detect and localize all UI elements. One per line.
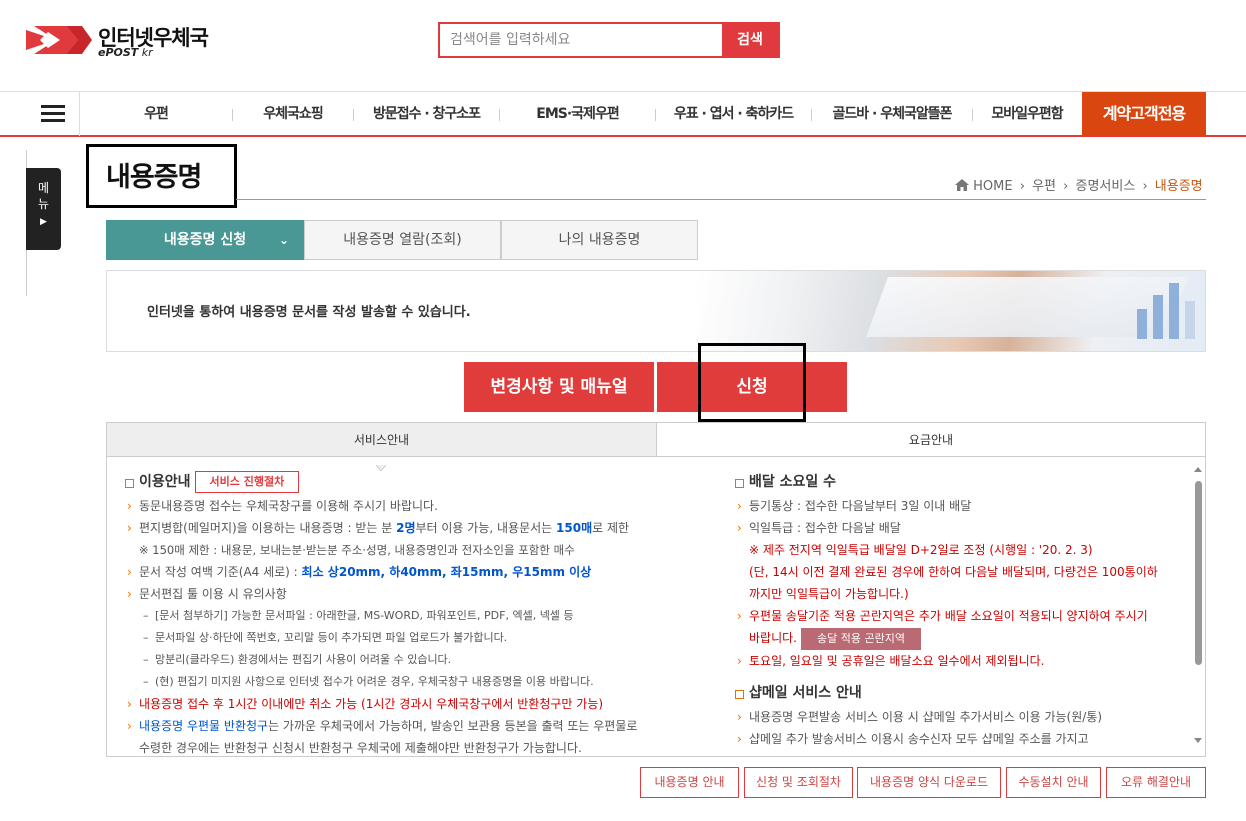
tab-pointer-icon bbox=[375, 456, 387, 472]
list-item: 내용증명 접수 후 1시간 이내에만 취소 가능 (1시간 경과시 우체국창구에… bbox=[125, 693, 665, 715]
search-input[interactable] bbox=[440, 24, 722, 56]
scroll-down-icon[interactable] bbox=[1194, 738, 1202, 743]
list-item: 등기통상 : 접수한 다음날부터 3일 이내 배달 bbox=[735, 495, 1185, 517]
note-text: ※ 150매 제한 : 내용문, 보내는분·받는분 주소·성명, 내용증명인과 … bbox=[139, 543, 575, 557]
gnb-item-ems[interactable]: EMS·국제우편 bbox=[500, 92, 655, 136]
sub-tabs: 내용증명 신청 ⌄ 내용증명 열람(조회) 나의 내용증명 bbox=[106, 220, 698, 260]
shopmail-heading: 샵메일 서비스 안내 bbox=[735, 680, 1185, 706]
return-request-link[interactable]: 내용증명 우편물 반환청구 bbox=[139, 719, 268, 733]
breadcrumb-separator-icon: › bbox=[1063, 179, 1069, 194]
breadcrumb-home[interactable]: HOME bbox=[973, 179, 1012, 194]
manual-button[interactable]: 변경사항 및 매뉴얼 bbox=[464, 362, 654, 412]
apply-highlight-box bbox=[698, 343, 806, 422]
search-bar: 검색 bbox=[438, 22, 780, 58]
note-text: 까지만 익일특급이 가능합니다.) bbox=[749, 587, 909, 601]
side-menu-toggle[interactable]: 메 뉴 ▶ bbox=[26, 168, 61, 250]
title-highlight-box bbox=[86, 144, 237, 208]
scrollbar[interactable] bbox=[1193, 465, 1205, 755]
tab-view[interactable]: 내용증명 열람(조회) bbox=[304, 220, 501, 260]
sub-item: 문서파일 상·하단에 쪽번호, 꼬리말 등이 추가되면 파일 업로드가 불가합니… bbox=[125, 627, 665, 649]
gnb-item-shopping[interactable]: 우체국쇼핑 bbox=[233, 92, 353, 136]
tab-fee-info[interactable]: 요금안내 bbox=[657, 423, 1205, 457]
delivery-heading: 배달 소요일 수 bbox=[735, 469, 1185, 495]
list-item: 샵메일 추가 발송서비스 이용시 송수신자 모두 샵메일 주소를 가지고 bbox=[735, 728, 1185, 750]
note-text: ※ 제주 전지역 익일특급 배달일 D+2일로 조정 (시행일 : '20. 2… bbox=[749, 543, 1093, 557]
breadcrumb-post[interactable]: 우편 bbox=[1032, 179, 1056, 194]
difficult-area-button[interactable]: 송달 적용 곤란지역 bbox=[800, 628, 921, 650]
tab-apply-label: 내용증명 신청 bbox=[163, 232, 247, 248]
chevron-down-icon: ⌄ bbox=[278, 233, 289, 247]
sub-item: 망분리(클라우드) 환경에서는 편집기 사용이 어려울 수 있습니다. bbox=[125, 649, 665, 671]
breadcrumb-separator-icon: › bbox=[1019, 179, 1025, 194]
sub-item: [문서 첨부하기] 가능한 문서파일 : 아래한글, MS-WORD, 파워포인… bbox=[125, 605, 665, 627]
banner-text: 인터넷을 통하여 내용증명 문서를 작성 발송할 수 있습니다. bbox=[147, 305, 471, 320]
gnb-item-visit-parcel[interactable]: 방문접수 · 창구소포 bbox=[354, 92, 499, 136]
gnb-item-goldbar-phone[interactable]: 골드바 · 우체국알뜰폰 bbox=[812, 92, 972, 136]
sub-item: (현) 편집기 미지원 사항으로 인터넷 접수가 어려운 경우, 우체국창구 내… bbox=[125, 671, 665, 693]
usage-column: 이용안내서비스 진행절차 동문내용증명 접수는 우체국창구를 이용해 주시기 바… bbox=[125, 469, 665, 759]
epost-logo-icon bbox=[26, 26, 92, 54]
logo-subtext: ePOST kr bbox=[98, 46, 153, 59]
list-item: 우편물 송달기준 적용 곤란지역은 추가 배달 소요일이 적용되니 양지하여 주… bbox=[735, 605, 1185, 627]
side-menu-label: 뉴 bbox=[37, 197, 50, 211]
process-guide-button[interactable]: 신청 및 조회절차 bbox=[744, 767, 853, 798]
list-item: 동문내용증명 접수는 우체국창구를 이용해 주시기 바랍니다. bbox=[125, 495, 665, 517]
list-item: 익일특급 : 접수한 다음날 배달 bbox=[735, 517, 1185, 539]
tab-my[interactable]: 나의 내용증명 bbox=[501, 220, 698, 260]
scroll-up-icon[interactable] bbox=[1194, 467, 1202, 472]
banner-deco bbox=[1137, 309, 1147, 339]
main-navigation: 우편 우체국쇼핑 방문접수 · 창구소포 EMS·국제우편 우표 · 엽서 · … bbox=[0, 91, 1246, 137]
tab-service-info[interactable]: 서비스안내 bbox=[107, 423, 657, 457]
banner-deco bbox=[1153, 295, 1163, 339]
breadcrumb-separator-icon: › bbox=[1142, 179, 1148, 194]
home-icon bbox=[955, 179, 969, 191]
list-item: 문서편집 툴 이용 시 유의사항 bbox=[125, 583, 665, 605]
banner-image bbox=[697, 271, 1205, 351]
side-menu-label: 메 bbox=[37, 181, 50, 195]
intro-banner: 인터넷을 통하여 내용증명 문서를 작성 발송할 수 있습니다. bbox=[106, 270, 1206, 352]
note-text: (단, 14시 이전 결제 완료된 경우에 한하여 다음날 배달되며, 다량건은… bbox=[749, 565, 1158, 579]
gnb-item-post[interactable]: 우편 bbox=[80, 92, 232, 136]
form-download-button[interactable]: 내용증명 양식 다운로드 bbox=[857, 767, 1001, 798]
manual-install-button[interactable]: 수동설치 안내 bbox=[1006, 767, 1101, 798]
contract-customer-button[interactable]: 계약고객전용 bbox=[1082, 92, 1206, 136]
service-info-panel: 서비스안내 요금안내 이용안내서비스 진행절차 동문내용증명 접수는 우체국창구… bbox=[106, 422, 1206, 757]
gnb-item-stamps-cards[interactable]: 우표 · 엽서 · 축하카드 bbox=[656, 92, 811, 136]
breadcrumb: HOME › 우편 › 증명서비스 › 내용증명 bbox=[955, 175, 1206, 199]
triangle-right-icon: ▶ bbox=[40, 217, 47, 227]
hamburger-menu-icon[interactable] bbox=[0, 92, 80, 136]
list-item: 내용증명 우편물 반환청구는 가까운 우체국에서 가능하며, 발송인 보관용 등… bbox=[125, 715, 665, 737]
epost-logo[interactable]: 인터넷우체국 ePOST kr bbox=[26, 22, 226, 62]
usage-heading: 이용안내 서비스 진행절차 bbox=[125, 469, 665, 495]
list-item-continued: 수령한 경우에는 반환청구 신청시 반환청구 우체국에 제출해야만 반환청구가 … bbox=[139, 741, 582, 755]
guide-button[interactable]: 내용증명 안내 bbox=[640, 767, 739, 798]
process-button[interactable]: 서비스 진행절차 bbox=[194, 471, 300, 493]
list-item: 토요일, 일요일 및 공휴일은 배달소요 일수에서 제외됩니다. bbox=[735, 650, 1185, 672]
scrollbar-thumb[interactable] bbox=[1195, 481, 1202, 665]
delivery-column: 배달 소요일 수 등기통상 : 접수한 다음날부터 3일 이내 배달 익일특급 … bbox=[735, 469, 1185, 750]
banner-deco bbox=[1185, 301, 1195, 339]
breadcrumb-current: 내용증명 bbox=[1154, 179, 1203, 194]
search-button[interactable]: 검색 bbox=[722, 24, 778, 56]
list-item: 편지병합(메일머지)을 이용하는 내용증명 : 받는 분 2명부터 이용 가능,… bbox=[125, 517, 665, 539]
tab-apply[interactable]: 내용증명 신청 ⌄ bbox=[106, 220, 304, 260]
error-help-button[interactable]: 오류 해결안내 bbox=[1106, 767, 1206, 798]
list-item: 내용증명 우편발송 서비스 이용 시 샵메일 추가서비스 이용 가능(원/통) bbox=[735, 706, 1185, 728]
gnb-item-mobile-mailbox[interactable]: 모바일우편함 bbox=[973, 92, 1081, 136]
list-item: 문서 작성 여백 기준(A4 세로) : 최소 상20mm, 하40mm, 좌1… bbox=[125, 561, 665, 583]
breadcrumb-certification[interactable]: 증명서비스 bbox=[1075, 179, 1135, 194]
title-underline bbox=[236, 199, 1206, 200]
list-item-continued: 바랍니다. 송달 적용 곤란지역 bbox=[735, 627, 1185, 650]
banner-deco bbox=[1169, 283, 1179, 339]
